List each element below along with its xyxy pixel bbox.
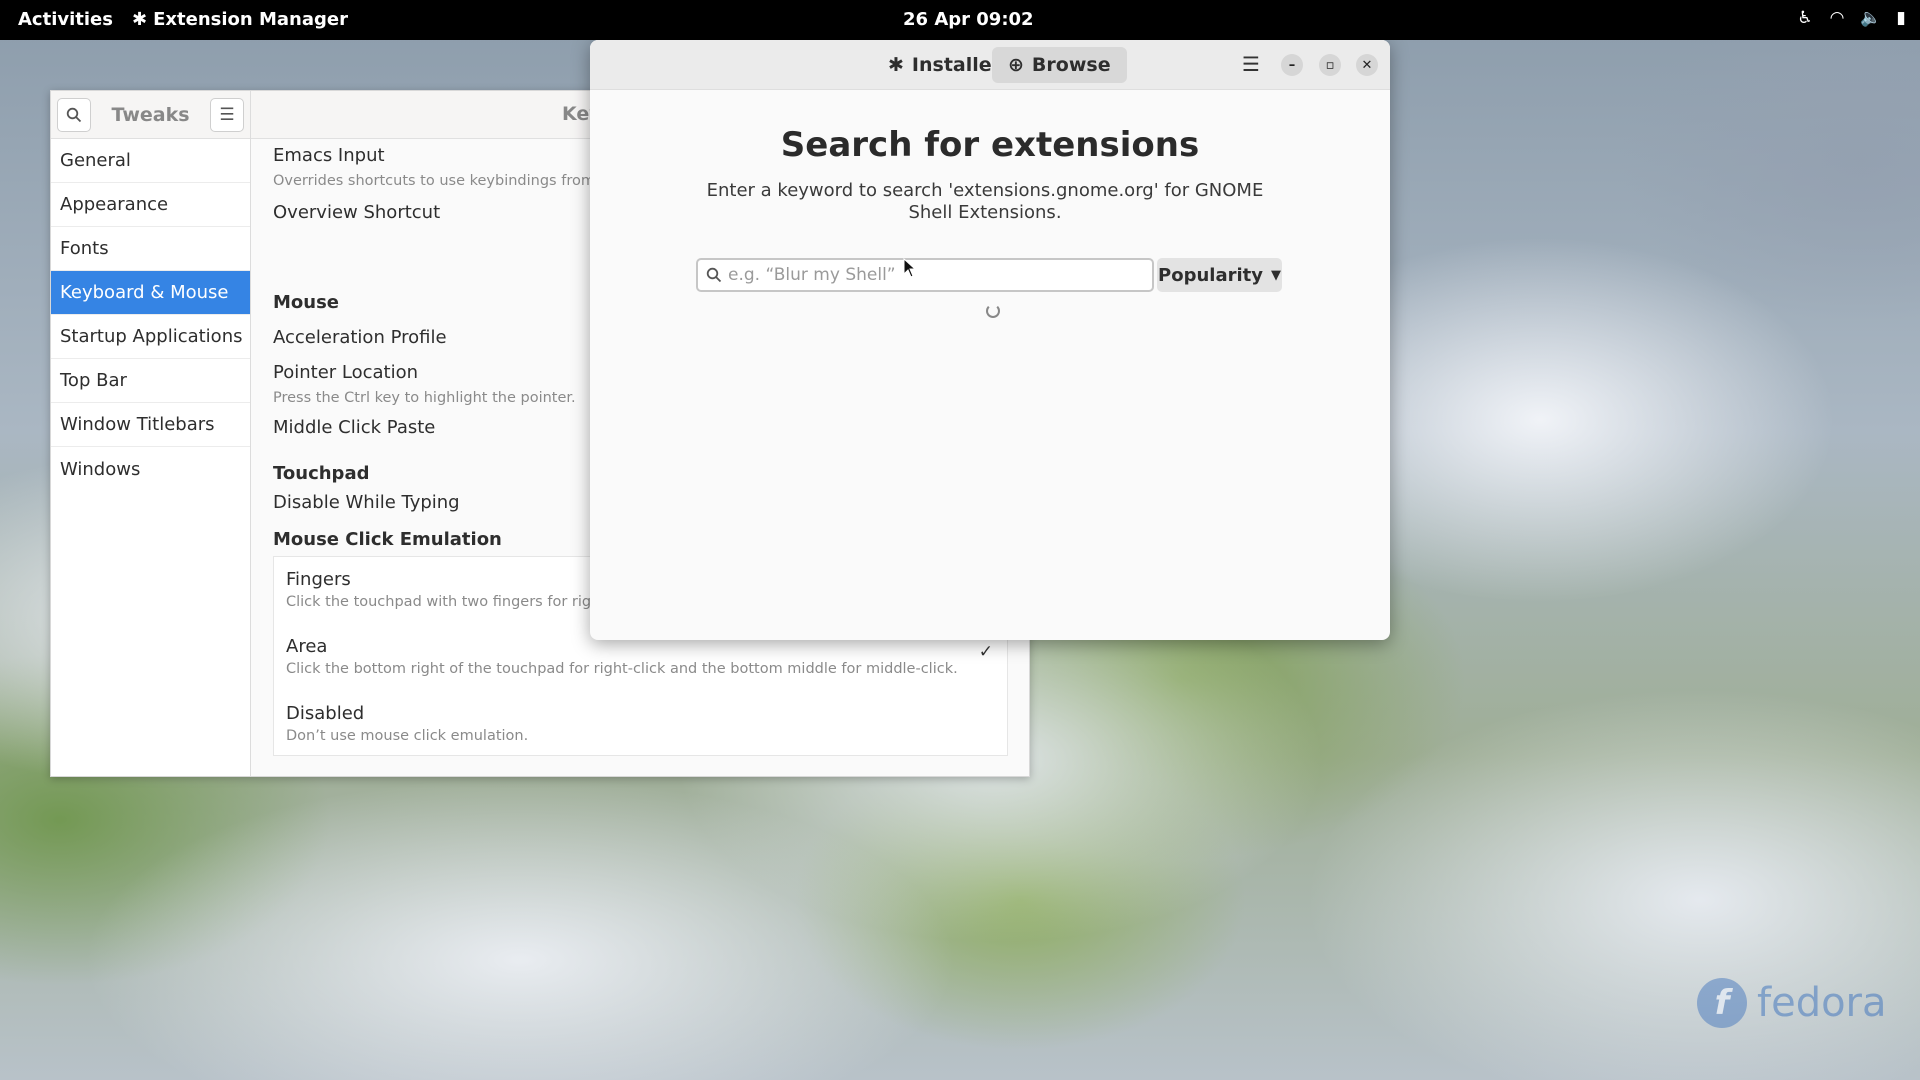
option-title: Disabled	[286, 703, 365, 724]
sort-dropdown-label: Popularity	[1158, 264, 1263, 286]
sidebar-item-label: Top Bar	[60, 370, 127, 391]
app-menu[interactable]: ✱ Extension Manager	[132, 9, 348, 30]
mouse-pointer-icon	[903, 258, 917, 278]
maximize-icon: ▫	[1325, 57, 1335, 73]
sidebar-item-keyboard-mouse[interactable]: Keyboard & Mouse	[51, 271, 250, 315]
sidebar-item-label: Startup Applications	[60, 326, 243, 347]
sidebar-item-startup-applications[interactable]: Startup Applications	[51, 315, 250, 359]
middle-click-paste-label: Middle Click Paste	[273, 417, 436, 438]
pointer-location-label: Pointer Location	[273, 362, 419, 383]
extension-manager-window: ✱ Installed ⊕ Browse ☰ – ▫ ✕ Search for …	[590, 40, 1390, 640]
page-title: Search for extensions	[780, 125, 1200, 165]
search-icon	[706, 267, 722, 283]
sidebar-item-top-bar[interactable]: Top Bar	[51, 359, 250, 403]
tab-browse-label: Browse	[1031, 54, 1111, 76]
minimize-button[interactable]: –	[1281, 54, 1303, 76]
globe-icon: ⊕	[1008, 54, 1024, 76]
extension-manager-header: ✱ Installed ⊕ Browse ☰ – ▫ ✕	[590, 40, 1390, 90]
close-button[interactable]: ✕	[1356, 54, 1378, 76]
emacs-input-label: Emacs Input	[273, 145, 385, 166]
option-description: Click the bottom right of the touchpad f…	[286, 661, 958, 677]
mouse-section-heading: Mouse	[273, 292, 340, 313]
checkmark-icon: ✓	[978, 642, 993, 662]
fedora-logo: f fedora	[1697, 978, 1887, 1028]
puzzle-icon: ✱	[132, 9, 148, 30]
activities-button[interactable]: Activities	[18, 9, 113, 30]
sidebar-item-label: General	[60, 150, 131, 171]
hamburger-icon: ☰	[219, 104, 235, 125]
battery-icon: ▮	[1896, 8, 1906, 28]
option-description: Click the touchpad with two fingers for …	[286, 594, 606, 610]
sidebar-item-windows[interactable]: Windows	[51, 447, 250, 491]
maximize-button[interactable]: ▫	[1319, 54, 1341, 76]
sidebar-item-label: Fonts	[60, 238, 109, 259]
sort-dropdown[interactable]: Popularity ▼	[1157, 258, 1282, 292]
minimize-icon: –	[1288, 57, 1296, 73]
app-menu-label: Extension Manager	[153, 9, 348, 30]
chevron-down-icon: ▼	[1270, 267, 1281, 283]
search-input[interactable]	[728, 265, 1128, 285]
sidebar-item-label: Window Titlebars	[60, 414, 215, 435]
system-tray[interactable]: ♿ ◠ 🔈 ▮	[1796, 8, 1910, 28]
main-menu-button[interactable]: ☰	[1242, 52, 1260, 76]
sidebar-item-appearance[interactable]: Appearance	[51, 183, 250, 227]
sidebar-item-general[interactable]: General	[51, 139, 250, 183]
wifi-icon: ◠	[1830, 8, 1844, 28]
accessibility-icon[interactable]: ♿	[1796, 8, 1814, 28]
puzzle-icon: ✱	[888, 54, 904, 76]
search-icon	[66, 107, 82, 122]
close-icon: ✕	[1361, 57, 1373, 73]
option-title: Area	[286, 636, 328, 657]
sidebar-item-window-titlebars[interactable]: Window Titlebars	[51, 403, 250, 447]
tweaks-title: Tweaks	[111, 103, 190, 126]
sidebar-item-label: Windows	[60, 458, 141, 480]
acceleration-profile-label: Acceleration Profile	[273, 327, 447, 348]
search-button[interactable]	[57, 97, 91, 132]
tab-browse[interactable]: ⊕ Browse	[992, 47, 1127, 83]
pointer-location-description: Press the Ctrl key to highlight the poin…	[273, 390, 576, 406]
emacs-input-description: Overrides shortcuts to use keybindings f…	[273, 173, 615, 189]
sidebar-item-label: Appearance	[60, 194, 169, 215]
hamburger-icon: ☰	[1242, 52, 1260, 76]
option-description: Don’t use mouse click emulation.	[286, 728, 529, 744]
volume-icon: 🔈	[1860, 8, 1882, 28]
loading-spinner	[986, 304, 1000, 318]
top-bar: Activities ✱ Extension Manager 26 Apr 09…	[0, 0, 1920, 40]
search-field[interactable]	[696, 258, 1154, 292]
disable-while-typing-label: Disable While Typing	[273, 492, 460, 513]
tweaks-sidebar: Tweaks ☰ General Appearance Fonts Keyboa…	[51, 91, 251, 776]
tweaks-sidebar-header: Tweaks ☰	[51, 91, 250, 139]
mouse-click-emulation-heading: Mouse Click Emulation	[273, 529, 502, 550]
page-description: Enter a keyword to search 'extensions.gn…	[706, 180, 1264, 223]
sidebar-item-label: Keyboard & Mouse	[60, 282, 229, 303]
option-title: Fingers	[286, 569, 351, 590]
clock[interactable]: 26 Apr 09:02	[903, 9, 1034, 30]
menu-button[interactable]: ☰	[209, 97, 244, 132]
fedora-mark-icon: f	[1697, 978, 1747, 1028]
fedora-logo-text: fedora	[1757, 980, 1887, 1026]
overview-shortcut-label: Overview Shortcut	[273, 202, 441, 223]
sidebar-item-fonts[interactable]: Fonts	[51, 227, 250, 271]
touchpad-section-heading: Touchpad	[273, 463, 370, 484]
